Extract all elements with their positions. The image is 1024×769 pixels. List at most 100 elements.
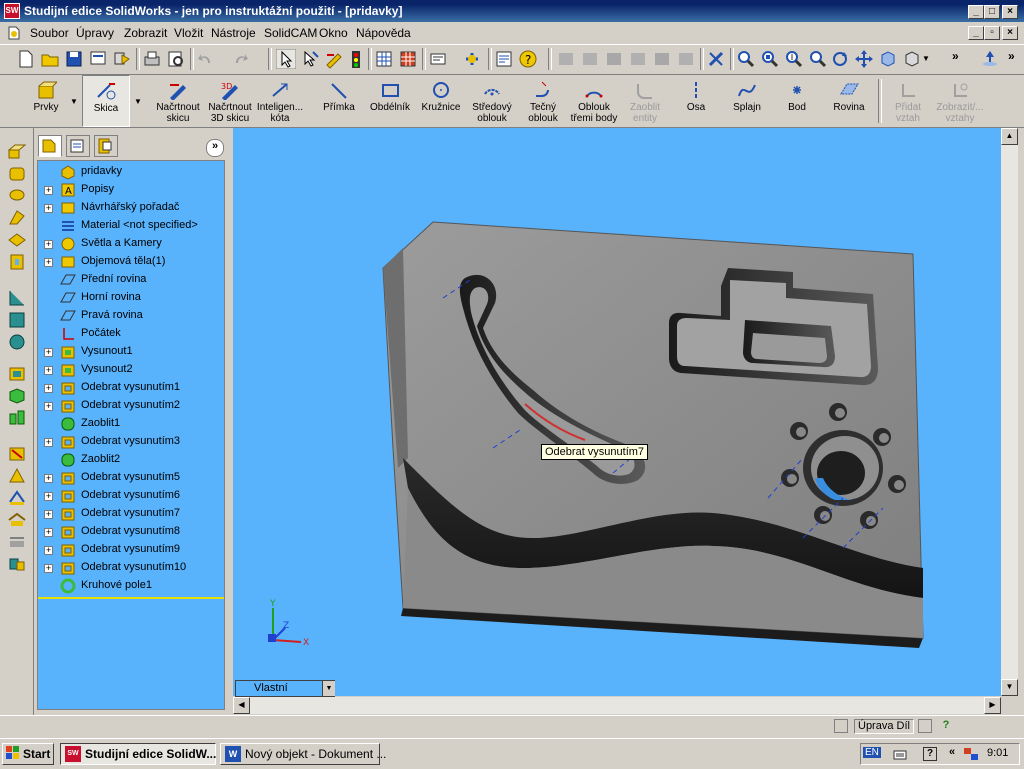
dropdown-arrow-icon[interactable]: ▼ [922,54,930,63]
tree-node[interactable]: + Odebrat vysunutím2 [38,397,224,415]
maximize-button[interactable]: □ [984,5,1000,19]
tangent-arc-button[interactable]: Tečný oblouk [522,75,564,127]
view-orientation-icon[interactable] [878,49,898,69]
shell-icon[interactable] [7,332,27,350]
view-selector[interactable]: Vlastní ▼ [235,680,335,697]
scroll-down-button[interactable]: ▼ [1001,679,1018,696]
panel-expand-icon[interactable]: » [206,139,224,157]
sketch-fillet-button[interactable]: Zaoblit entity [624,75,666,127]
solidworks-app-icon[interactable]: SW [4,3,20,19]
make-drawing-icon[interactable] [112,49,132,69]
select-other-icon[interactable] [300,49,320,69]
print-icon[interactable] [142,49,162,69]
expand-icon[interactable]: + [44,366,53,375]
circular-pattern-icon[interactable] [7,408,27,426]
document-icon[interactable] [6,25,22,41]
rectangle-button[interactable]: Obdélník [368,75,412,127]
tab-configuration-manager[interactable] [94,135,118,157]
vertical-scrollbar[interactable]: ▲ ▼ [1001,128,1018,696]
view-tool-1-icon[interactable] [556,49,576,69]
tree-node[interactable]: pridavky [38,163,224,181]
doc-close-button[interactable]: × [1002,26,1018,40]
new-file-icon[interactable] [16,49,36,69]
skica-tab-button[interactable]: Skica [82,75,130,127]
tree-node[interactable]: + Odebrat vysunutím9 [38,541,224,559]
expand-icon[interactable]: + [44,240,53,249]
cut-revolve-icon[interactable] [7,252,27,270]
fillet-icon[interactable] [7,288,27,306]
tree-node[interactable]: + Vysunout1 [38,343,224,361]
line-button[interactable]: Přímka [318,75,360,127]
add-relation-button[interactable]: Přidat vztah [888,75,928,127]
point-button[interactable]: Bod [782,75,812,127]
tree-node[interactable]: Počátek [38,325,224,343]
instant3d-icon[interactable] [7,554,27,572]
view-tool-4-icon[interactable] [628,49,648,69]
zoom-in-out-icon[interactable] [784,49,804,69]
sketch-edit-icon[interactable] [324,49,344,69]
zoom-preview-icon[interactable] [166,49,186,69]
ref-geometry-icon[interactable] [7,510,27,528]
menu-upravy[interactable]: Úpravy [76,26,114,40]
tree-node[interactable]: + Objemová těla(1) [38,253,224,271]
expand-icon[interactable]: + [44,258,53,267]
scroll-left-button[interactable]: ◀ [233,697,250,714]
tree-node[interactable]: + Návrhářský pořadač [38,199,224,217]
tray-expand-icon[interactable]: « [949,746,955,758]
linear-pattern-icon[interactable] [7,364,27,382]
chamfer-icon[interactable] [7,310,27,328]
loft-icon[interactable] [7,208,27,226]
circle-button[interactable]: Kružnice [420,75,462,127]
cut-extrude-icon[interactable] [7,230,27,248]
tab-feature-tree[interactable] [38,135,62,157]
tree-node[interactable]: + Odebrat vysunutím7 [38,505,224,523]
dome-icon[interactable] [7,488,27,506]
sketch-button[interactable]: Načrtnout skicu [154,75,202,127]
options-icon[interactable] [428,49,448,69]
properties-icon[interactable] [494,49,514,69]
tree-node[interactable]: Zaoblit1 [38,415,224,433]
tray-help-icon[interactable]: ? [923,747,937,761]
view-tool-5-icon[interactable] [652,49,672,69]
model-view[interactable]: Y X Z [233,128,1001,696]
tree-node[interactable]: Přední rovina [38,271,224,289]
smart-dimension-button[interactable]: Inteligen... kóta [256,75,304,127]
tree-node[interactable]: + Vysunout2 [38,361,224,379]
tree-node[interactable]: + Odebrat vysunutím8 [38,523,224,541]
toolbar-overflow-icon[interactable]: » [952,49,959,63]
rotate-view-icon[interactable] [830,49,850,69]
toolbar-overflow-2-icon[interactable]: » [1008,49,1015,63]
spline-button[interactable]: Splajn [728,75,766,127]
doc-minimize-button[interactable]: _ [968,26,984,40]
status-help-icon[interactable]: ? [938,719,954,734]
taskbar-item-solidworks[interactable]: SW Studijní edice SolidW... [60,743,216,765]
tree-node[interactable]: Material <not specified> [38,217,224,235]
expand-icon[interactable]: + [44,384,53,393]
tree-node[interactable]: + Odebrat vysunutím1 [38,379,224,397]
graphics-area[interactable]: Y X Z [233,128,1001,696]
tree-node[interactable]: + Odebrat vysunutím5 [38,469,224,487]
doc-restore-button[interactable]: ▫ [984,26,1000,40]
network-icon[interactable] [963,746,979,762]
save-icon[interactable] [64,49,84,69]
tree-node[interactable]: Kruhové pole1 [38,577,224,595]
start-button[interactable]: Start [2,743,54,765]
view-selector-dropdown-icon[interactable]: ▼ [322,681,335,696]
sweep-icon[interactable] [7,186,27,204]
scroll-right-button[interactable]: ▶ [984,697,1001,714]
expand-icon[interactable]: + [44,528,53,537]
expand-icon[interactable]: + [44,402,53,411]
zoom-selection-icon[interactable] [808,49,828,69]
minimize-button[interactable]: _ [968,5,984,19]
display-style-icon[interactable] [902,49,922,69]
print-preview-icon[interactable] [88,49,108,69]
tree-node[interactable]: Horní rovina [38,289,224,307]
view-tool-3-icon[interactable] [604,49,624,69]
tree-node[interactable]: + Odebrat vysunutím3 [38,433,224,451]
draft-icon[interactable] [7,466,27,484]
traffic-light-icon[interactable] [346,49,366,69]
prvky-dropdown-icon[interactable]: ▼ [70,97,78,106]
redo-icon[interactable] [230,49,250,69]
tree-node[interactable]: + Odebrat vysunutím10 [38,559,224,577]
tree-node[interactable]: + Světla a Kamery [38,235,224,253]
